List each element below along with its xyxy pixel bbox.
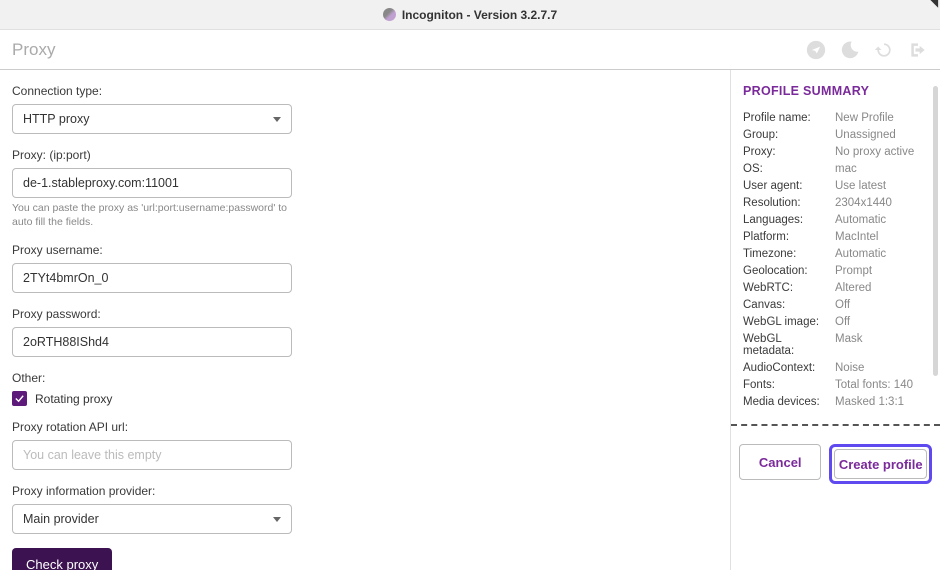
- summary-key: User agent:: [743, 180, 835, 192]
- summary-row: WebRTC:Altered: [743, 282, 936, 294]
- profile-summary-panel: PROFILE SUMMARY Profile name:New Profile…: [730, 70, 940, 570]
- summary-key: Geolocation:: [743, 265, 835, 277]
- header: Proxy: [0, 30, 940, 70]
- profile-summary-title: PROFILE SUMMARY: [743, 84, 936, 98]
- proxy-username-label: Proxy username:: [12, 243, 718, 257]
- send-icon[interactable]: [806, 40, 826, 60]
- footer-buttons: Cancel Create profile: [731, 424, 940, 484]
- summary-key: Proxy:: [743, 146, 835, 158]
- refresh-icon[interactable]: [874, 40, 894, 60]
- exit-icon[interactable]: [908, 40, 928, 60]
- checkmark-icon: [14, 393, 25, 404]
- provider-value: Main provider: [23, 512, 99, 526]
- summary-value: No proxy active: [835, 146, 936, 158]
- summary-key: Group:: [743, 129, 835, 141]
- summary-row: AudioContext:Noise: [743, 362, 936, 374]
- chevron-down-icon: [273, 517, 281, 522]
- summary-value: Automatic: [835, 248, 936, 260]
- summary-value: Use latest: [835, 180, 936, 192]
- summary-row: Media devices:Masked 1:3:1: [743, 396, 936, 408]
- proxy-input[interactable]: [12, 168, 292, 198]
- window-corner-icon[interactable]: ◥: [930, 0, 938, 9]
- cancel-button[interactable]: Cancel: [739, 444, 821, 480]
- page-title: Proxy: [12, 40, 806, 60]
- summary-row: Timezone:Automatic: [743, 248, 936, 260]
- proxy-helper-text: You can paste the proxy as 'url:port:use…: [12, 202, 292, 229]
- summary-value: Unassigned: [835, 129, 936, 141]
- other-label: Other:: [12, 371, 718, 385]
- rotation-url-label: Proxy rotation API url:: [12, 420, 718, 434]
- summary-row: WebGL image:Off: [743, 316, 936, 328]
- summary-row: Resolution:2304x1440: [743, 197, 936, 209]
- summary-key: Profile name:: [743, 112, 835, 124]
- summary-row: Languages:Automatic: [743, 214, 936, 226]
- summary-value: Off: [835, 299, 936, 311]
- connection-type-select[interactable]: HTTP proxy: [12, 104, 292, 134]
- summary-key: Languages:: [743, 214, 835, 226]
- summary-value: Noise: [835, 362, 936, 374]
- create-profile-highlight: Create profile: [829, 444, 932, 484]
- rotation-url-input[interactable]: [12, 440, 292, 470]
- scrollbar[interactable]: [933, 86, 938, 376]
- titlebar-text: Incogniton - Version 3.2.7.7: [402, 8, 557, 22]
- summary-value: Total fonts: 140: [835, 379, 936, 391]
- header-icons: [806, 40, 928, 60]
- summary-key: Platform:: [743, 231, 835, 243]
- proxy-form: Connection type: HTTP proxy Proxy: (ip:p…: [0, 70, 730, 570]
- summary-row: Canvas:Off: [743, 299, 936, 311]
- connection-type-value: HTTP proxy: [23, 112, 89, 126]
- summary-row: User agent:Use latest: [743, 180, 936, 192]
- summary-value: Altered: [835, 282, 936, 294]
- summary-row: Proxy:No proxy active: [743, 146, 936, 158]
- summary-value: MacIntel: [835, 231, 936, 243]
- summary-row: Fonts:Total fonts: 140: [743, 379, 936, 391]
- summary-key: Fonts:: [743, 379, 835, 391]
- app-logo-icon: [383, 8, 396, 21]
- rotating-proxy-label: Rotating proxy: [35, 392, 112, 406]
- summary-value: 2304x1440: [835, 197, 936, 209]
- summary-row: OS:mac: [743, 163, 936, 175]
- summary-value: New Profile: [835, 112, 936, 124]
- proxy-username-input[interactable]: [12, 263, 292, 293]
- chevron-down-icon: [273, 117, 281, 122]
- proxy-label: Proxy: (ip:port): [12, 148, 718, 162]
- provider-label: Proxy information provider:: [12, 484, 718, 498]
- summary-row: WebGL metadata:Mask: [743, 333, 936, 357]
- titlebar: Incogniton - Version 3.2.7.7 ◥: [0, 0, 940, 30]
- summary-value: Prompt: [835, 265, 936, 277]
- profile-summary-list: Profile name:New ProfileGroup:Unassigned…: [743, 112, 936, 408]
- proxy-password-input[interactable]: [12, 327, 292, 357]
- summary-value: mac: [835, 163, 936, 175]
- summary-key: Media devices:: [743, 396, 835, 408]
- proxy-password-label: Proxy password:: [12, 307, 718, 321]
- summary-row: Geolocation:Prompt: [743, 265, 936, 277]
- summary-value: Mask: [835, 333, 936, 357]
- summary-row: Profile name:New Profile: [743, 112, 936, 124]
- summary-key: WebGL image:: [743, 316, 835, 328]
- summary-key: AudioContext:: [743, 362, 835, 374]
- summary-key: WebGL metadata:: [743, 333, 835, 357]
- summary-row: Platform:MacIntel: [743, 231, 936, 243]
- provider-select[interactable]: Main provider: [12, 504, 292, 534]
- check-proxy-button[interactable]: Check proxy: [12, 548, 112, 570]
- summary-key: Timezone:: [743, 248, 835, 260]
- connection-type-label: Connection type:: [12, 84, 718, 98]
- summary-key: OS:: [743, 163, 835, 175]
- summary-key: Canvas:: [743, 299, 835, 311]
- summary-value: Automatic: [835, 214, 936, 226]
- rotating-proxy-checkbox[interactable]: [12, 391, 27, 406]
- summary-row: Group:Unassigned: [743, 129, 936, 141]
- moon-icon[interactable]: [840, 40, 860, 60]
- create-profile-button[interactable]: Create profile: [834, 449, 927, 479]
- summary-value: Masked 1:3:1: [835, 396, 936, 408]
- summary-key: Resolution:: [743, 197, 835, 209]
- summary-key: WebRTC:: [743, 282, 835, 294]
- summary-value: Off: [835, 316, 936, 328]
